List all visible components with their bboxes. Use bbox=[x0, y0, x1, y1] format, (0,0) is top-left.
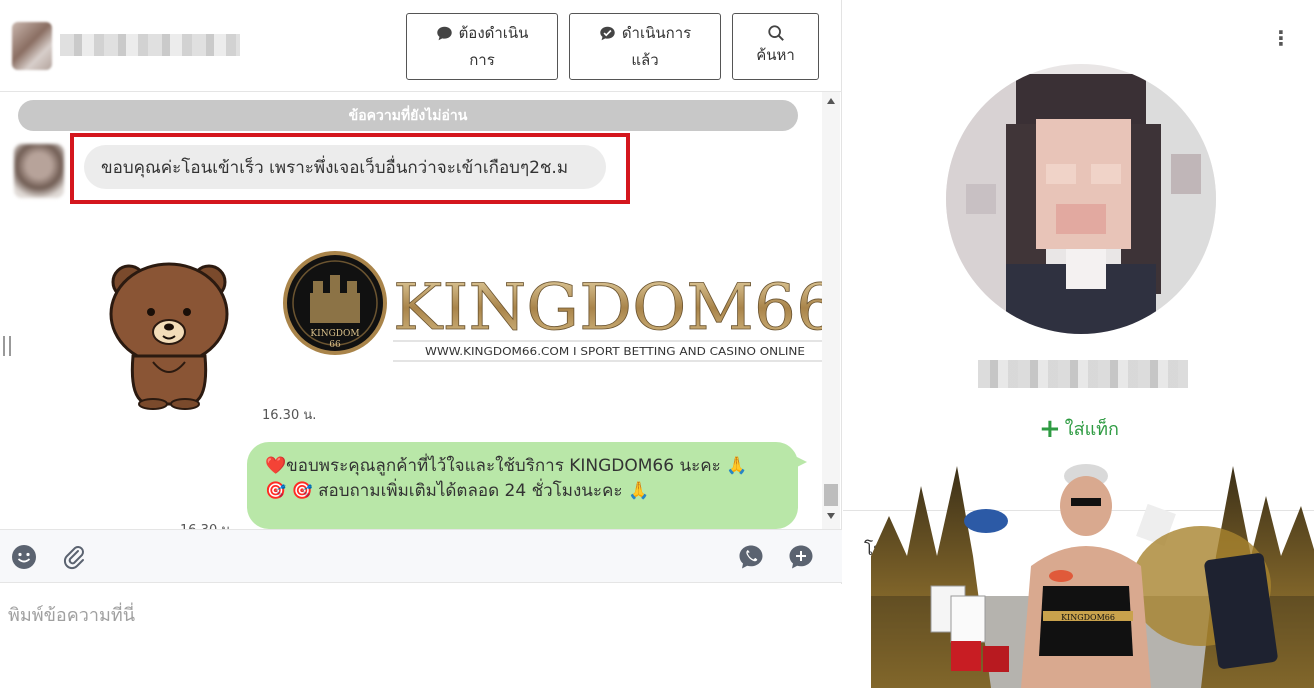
banner-tagline: WWW.KINGDOM66.COM I SPORT BETTING AND CA… bbox=[425, 345, 805, 358]
brand-title: KINGDOM66 bbox=[393, 271, 822, 345]
todo-button-label-1: ต้องดำเนิน bbox=[458, 23, 529, 42]
done-button-label-2: แล้ว bbox=[631, 50, 659, 69]
more-actions-button[interactable] bbox=[787, 543, 815, 571]
logo-text: KINGDOM bbox=[310, 329, 359, 339]
todo-button-label-2: การ bbox=[469, 50, 495, 69]
done-button-label-1: ดำเนินการ bbox=[621, 23, 692, 42]
call-button[interactable] bbox=[737, 543, 765, 571]
message-input[interactable] bbox=[0, 584, 842, 688]
done-button[interactable]: ดำเนินการ แล้ว bbox=[569, 13, 721, 80]
attachment-icon bbox=[63, 546, 84, 570]
profile-photo[interactable] bbox=[946, 64, 1216, 334]
sender-avatar[interactable] bbox=[14, 144, 64, 198]
incoming-message[interactable]: ขอบคุณค่ะโอนเข้าเร็ว เพราะพึ่งเจอเว็บอื่… bbox=[84, 145, 606, 189]
profile-name-blurred bbox=[978, 360, 1188, 388]
emoji-icon bbox=[12, 545, 36, 569]
scroll-down-arrow-icon[interactable] bbox=[827, 513, 835, 519]
more-options-icon[interactable]: ⋮ bbox=[1271, 28, 1291, 48]
outgoing-message-line-2: 🎯 🎯 สอบถามเพิ่มเติมได้ตลอด 24 ชั่วโมงนะค… bbox=[265, 481, 650, 501]
casino-promo-image: KINGDOM66 bbox=[871, 446, 1314, 688]
plus-bubble-icon bbox=[789, 545, 813, 569]
scroll-up-arrow-icon[interactable] bbox=[827, 98, 835, 104]
plus-icon: + bbox=[1039, 413, 1061, 444]
message-scrollbar[interactable] bbox=[822, 92, 840, 529]
message-timestamp-outgoing: 16.30 น. bbox=[180, 519, 234, 529]
outgoing-message-line-1: ❤️ขอบพระคุณลูกค้าที่ไว้ใจและใช้บริการ KI… bbox=[265, 456, 748, 476]
add-tag-label: ใส่แท็ก bbox=[1064, 419, 1119, 440]
resize-handle[interactable] bbox=[3, 336, 11, 356]
casino-promo-graphic: KINGDOM66 bbox=[871, 464, 1314, 688]
bubble-tail bbox=[795, 456, 807, 468]
composer-toolbar bbox=[0, 529, 842, 583]
profile-photo-blurred bbox=[946, 64, 1216, 334]
attach-button[interactable] bbox=[60, 543, 88, 571]
unread-divider: ข้อความที่ยังไม่อ่าน bbox=[18, 100, 798, 131]
bear-sticker[interactable] bbox=[105, 252, 233, 410]
add-tag-button[interactable]: + ใส่แท็ก bbox=[1039, 414, 1119, 443]
chat-bubble-icon bbox=[436, 26, 452, 40]
kingdom66-logo: KINGDOM 66 KINGDOM66 WWW.KINGDOM66.COM I… bbox=[283, 251, 822, 362]
message-list[interactable]: ข้อความที่ยังไม่อ่าน ขอบคุณค่ะโอนเข้าเร็… bbox=[0, 92, 822, 529]
phone-bubble-icon bbox=[739, 545, 763, 569]
message-timestamp: 16.30 น. bbox=[262, 408, 317, 423]
contact-avatar[interactable] bbox=[12, 22, 52, 70]
outgoing-message[interactable]: ❤️ขอบพระคุณลูกค้าที่ไว้ใจและใช้บริการ KI… bbox=[247, 442, 807, 529]
message-input-area[interactable] bbox=[0, 584, 842, 688]
check-bubble-icon bbox=[600, 26, 615, 40]
incoming-message-text: ขอบคุณค่ะโอนเข้าเร็ว เพราะพึ่งเจอเว็บอื่… bbox=[101, 157, 569, 178]
search-button[interactable]: ค้นหา bbox=[732, 13, 819, 80]
scrollbar-thumb[interactable] bbox=[824, 484, 838, 506]
profile-panel: ⋮ + ใส่แท็ก โน้ต bbox=[843, 0, 1314, 688]
chat-panel: ต้องดำเนิน การ ดำเนินการ แล้ว ค้นหา ข้อค… bbox=[0, 0, 842, 688]
chat-header: ต้องดำเนิน การ ดำเนินการ แล้ว ค้นหา bbox=[0, 0, 842, 92]
promo-brand-text: KINGDOM66 bbox=[1061, 613, 1115, 622]
emoji-button[interactable] bbox=[10, 543, 38, 571]
search-button-label: ค้นหา bbox=[756, 46, 795, 64]
contact-name-blurred bbox=[60, 34, 240, 56]
logo-number: 66 bbox=[329, 340, 341, 350]
search-icon bbox=[767, 25, 784, 41]
todo-button[interactable]: ต้องดำเนิน การ bbox=[406, 13, 558, 80]
kingdom66-banner-image[interactable]: KINGDOM 66 KINGDOM66 WWW.KINGDOM66.COM I… bbox=[280, 237, 822, 377]
